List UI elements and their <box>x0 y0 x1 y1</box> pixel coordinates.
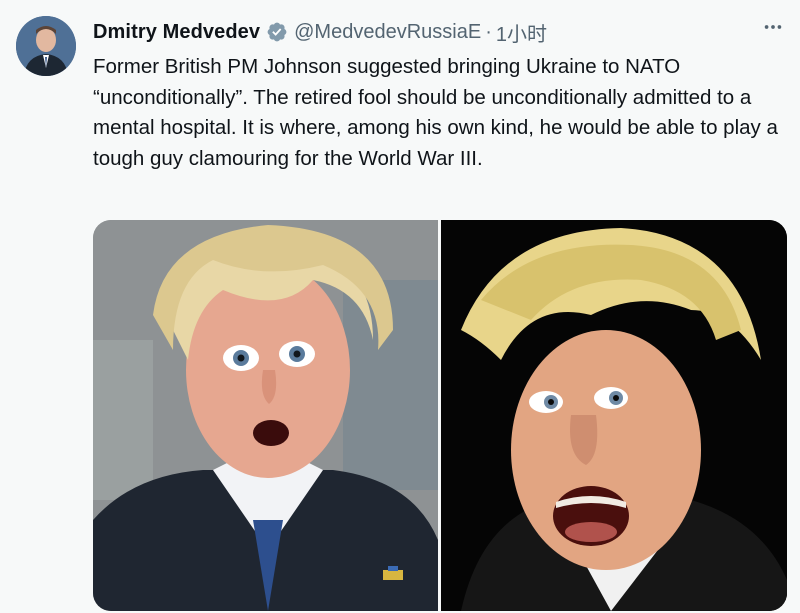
timestamp[interactable]: 1小时 <box>496 18 547 47</box>
header-separator: · <box>485 20 492 43</box>
display-name[interactable]: Dmitry Medvedev <box>93 21 260 44</box>
tweet-text: Former British PM Johnson suggested brin… <box>93 55 778 170</box>
photo-right[interactable] <box>441 220 787 611</box>
avatar[interactable] <box>16 16 76 76</box>
tweet-header: Dmitry Medvedev @MedvedevRussiaE · 1小时 <box>93 18 784 46</box>
more-icon[interactable] <box>756 10 790 44</box>
media-grid <box>93 220 787 611</box>
photo-left[interactable] <box>93 220 438 611</box>
tweet[interactable]: Dmitry Medvedev @MedvedevRussiaE · 1小时 F… <box>0 0 800 613</box>
author-handle[interactable]: @MedvedevRussiaE <box>294 21 481 44</box>
verified-badge-icon[interactable] <box>266 21 288 43</box>
